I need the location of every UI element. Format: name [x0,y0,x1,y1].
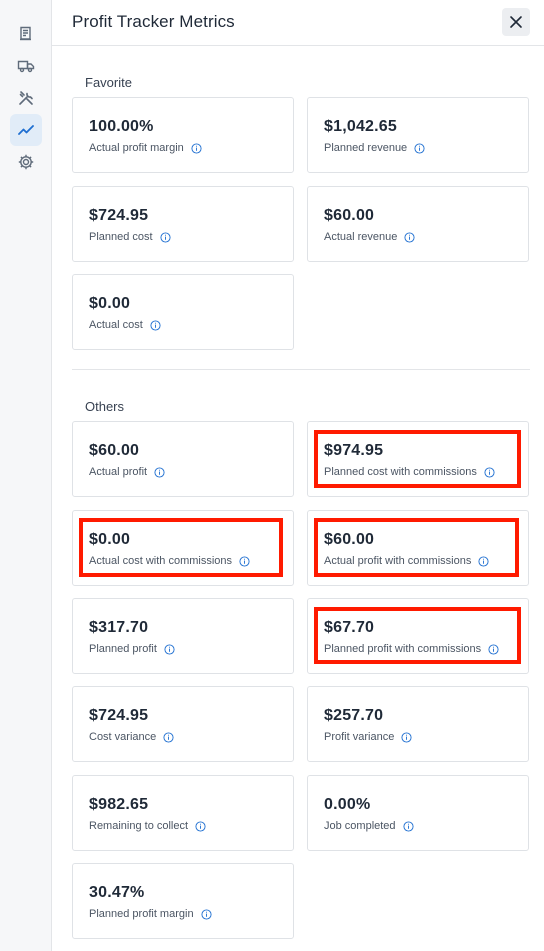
panel-header: Profit Tracker Metrics [52,0,544,46]
trend-icon [18,125,34,135]
section-divider [72,369,530,370]
info-icon[interactable] [401,731,412,743]
metric-card: 100.00% Actual profit margin [72,97,294,173]
metric-value: $60.00 [324,531,375,548]
metric-label: Cost variance [89,731,174,743]
metric-value: 100.00% [89,118,154,135]
tools-nav-button[interactable] [10,82,42,114]
info-icon[interactable] [478,555,489,567]
section-title-others: Others [85,399,125,414]
info-icon[interactable] [201,908,212,920]
metric-label: Profit variance [324,731,412,743]
page-title: Profit Tracker Metrics [72,12,235,31]
metric-card: $0.00 Actual cost with commissions [72,510,294,586]
metric-value: $724.95 [89,207,149,224]
metric-card: $1,042.65 Planned revenue [307,97,529,173]
info-icon[interactable] [164,643,175,655]
metric-label: Actual profit with commissions [324,555,489,567]
settings-nav-button[interactable] [10,146,42,178]
metric-label: Actual cost [89,319,161,331]
metric-card: $724.95 Planned cost [72,186,294,262]
truck-nav-button[interactable] [10,50,42,82]
metric-value: 30.47% [89,884,145,901]
metric-value: $974.95 [324,442,384,459]
metric-label: Planned profit margin [89,908,212,920]
close-button[interactable] [502,8,530,36]
metric-label: Actual revenue [324,231,415,243]
metric-value: $1,042.65 [324,118,397,135]
metric-card: $724.95 Cost variance [72,686,294,762]
metric-value: $0.00 [89,531,131,548]
metric-card: $0.00 Actual cost [72,274,294,350]
metric-label: Actual profit [89,466,165,478]
section-title-favorite: Favorite [85,75,132,90]
info-icon[interactable] [191,142,202,154]
metric-value: $317.70 [89,619,149,636]
metric-card: $60.00 Actual profit with commissions [307,510,529,586]
info-icon[interactable] [163,731,174,743]
metric-card: $257.70 Profit variance [307,686,529,762]
metric-label: Job completed [324,820,414,832]
info-icon[interactable] [414,142,425,154]
metric-value: $0.00 [89,295,131,312]
metric-card: $67.70 Planned profit with commissions [307,598,529,674]
info-icon[interactable] [403,820,414,832]
metric-value: $724.95 [89,707,149,724]
metric-label: Planned profit [89,643,175,655]
close-icon [510,16,522,28]
metric-label: Planned profit with commissions [324,643,499,655]
metric-label: Actual profit margin [89,142,202,154]
metric-label: Planned cost [89,231,171,243]
metric-card: 0.00% Job completed [307,775,529,851]
metric-value: 0.00% [324,796,371,813]
info-icon[interactable] [488,643,499,655]
receipt-nav-button[interactable] [10,18,42,50]
metric-value: $60.00 [89,442,140,459]
metric-label: Planned cost with commissions [324,466,495,478]
metric-value: $257.70 [324,707,384,724]
metric-value: $60.00 [324,207,375,224]
info-icon[interactable] [484,466,495,478]
info-icon[interactable] [195,820,206,832]
info-icon[interactable] [239,555,250,567]
info-icon[interactable] [150,319,161,331]
metric-value: $982.65 [89,796,149,813]
info-icon[interactable] [404,231,415,243]
metric-label: Planned revenue [324,142,425,154]
side-nav-rail [0,0,52,951]
receipt-icon [20,26,31,41]
info-icon[interactable] [154,466,165,478]
metric-label: Actual cost with commissions [89,555,250,567]
metric-value: $67.70 [324,619,375,636]
metric-card: $60.00 Actual revenue [307,186,529,262]
metric-label: Remaining to collect [89,820,206,832]
info-icon[interactable] [160,231,171,243]
metric-card: $317.70 Planned profit [72,598,294,674]
tools-icon [19,91,33,105]
gear-icon [18,154,34,170]
metric-card: $60.00 Actual profit [72,421,294,497]
metric-card: $974.95 Planned cost with commissions [307,421,529,497]
metric-card: 30.47% Planned profit margin [72,863,294,939]
metrics-nav-button[interactable] [10,114,42,146]
metric-card: $982.65 Remaining to collect [72,775,294,851]
truck-icon [17,60,35,73]
